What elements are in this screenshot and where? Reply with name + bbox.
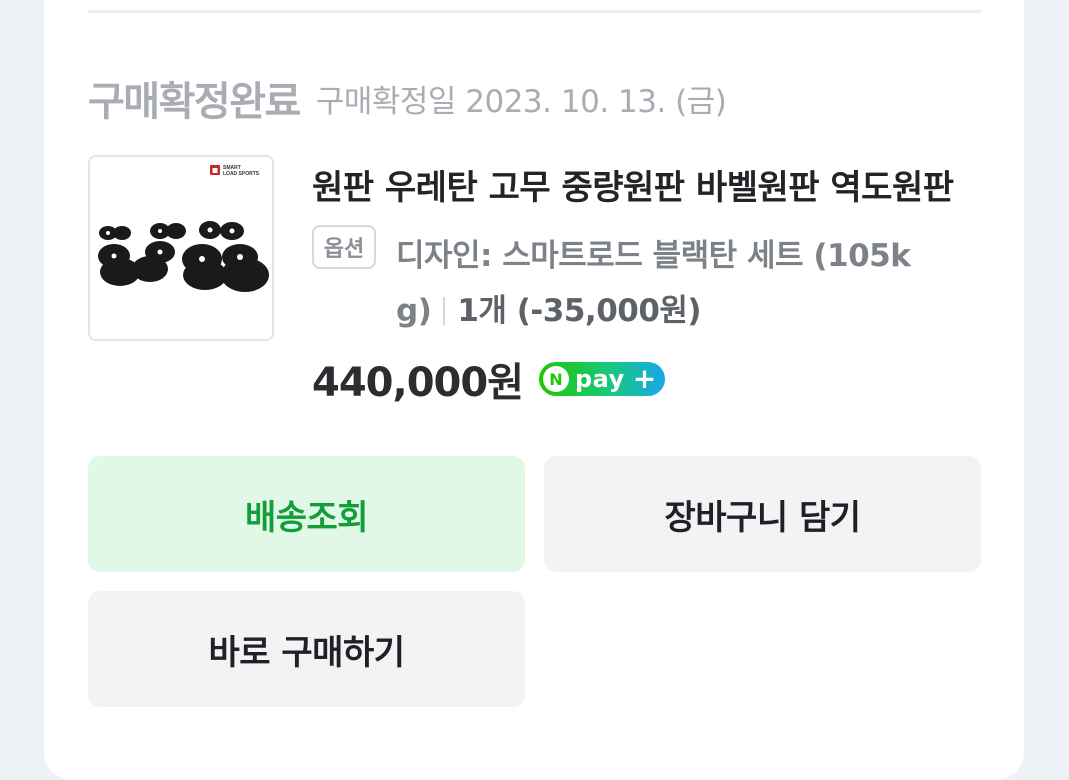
npay-label: pay [575,365,625,393]
option-quantity: 1개 (-35,000원) [457,293,702,329]
weight-plates-image: SMART LOAD SPORTS [90,157,272,339]
svg-text:LOAD SPORTS: LOAD SPORTS [223,171,260,177]
track-delivery-button[interactable]: 배송조회 [88,456,525,572]
order-confirm-date: 구매확정일 2023. 10. 13. (금) [315,83,727,120]
plus-icon: + [632,362,657,395]
price-row: 440,000원 N pay + [312,350,665,408]
buy-now-button[interactable]: 바로 구매하기 [88,591,525,707]
order-status-title: 구매확정완료 [88,79,301,125]
option-text-line1: 디자인: 스마트로드 블랙탄 세트 (105k [396,238,911,274]
product-title[interactable]: 원판 우레탄 고무 중량원판 바벨원판 역도원판 [312,160,982,209]
product-thumbnail[interactable]: SMART LOAD SPORTS [88,155,274,341]
option-badge: 옵션 [312,225,376,269]
order-status-row: 구매확정완료 구매확정일 2023. 10. 13. (금) [88,70,727,126]
option-text-continued: g) [396,293,432,329]
add-to-cart-button[interactable]: 장바구니 담기 [544,456,981,572]
npay-plus-badge: N pay + [539,362,665,396]
option-text-line2: g) 1개 (-35,000원) [396,285,702,330]
npay-n-icon: N [543,366,569,392]
option-separator [443,297,446,325]
section-divider [88,10,981,13]
brand-logo-icon [210,165,220,175]
product-price: 440,000원 [312,360,524,406]
